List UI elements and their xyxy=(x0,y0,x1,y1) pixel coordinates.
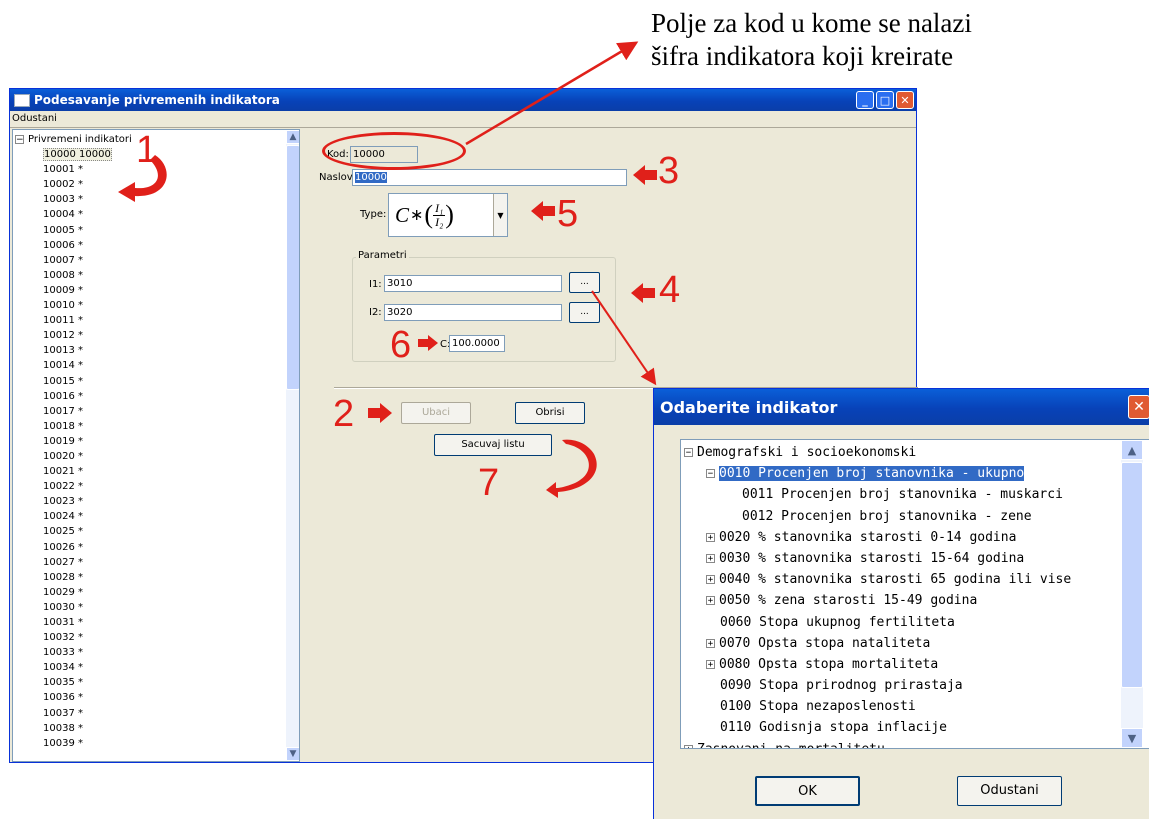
arrow-4-icon xyxy=(631,283,655,303)
arrow-5-icon xyxy=(531,201,555,221)
callout-5: 5 xyxy=(557,193,579,235)
callout-3: 3 xyxy=(658,150,680,192)
arrow-to-annotation xyxy=(465,41,639,146)
callout-overlay xyxy=(118,41,657,498)
arrow-6-icon xyxy=(418,335,438,351)
arrow-to-dialog xyxy=(591,290,657,386)
arrow-3-icon xyxy=(633,165,657,185)
callout-2: 2 xyxy=(333,393,355,435)
callout-4: 4 xyxy=(659,269,681,311)
curved-arrow-7-icon xyxy=(546,439,597,498)
callout-6: 6 xyxy=(390,324,412,366)
callout-1: 1 xyxy=(136,129,158,171)
arrow-2-icon xyxy=(368,403,392,423)
callout-7: 7 xyxy=(478,462,500,504)
